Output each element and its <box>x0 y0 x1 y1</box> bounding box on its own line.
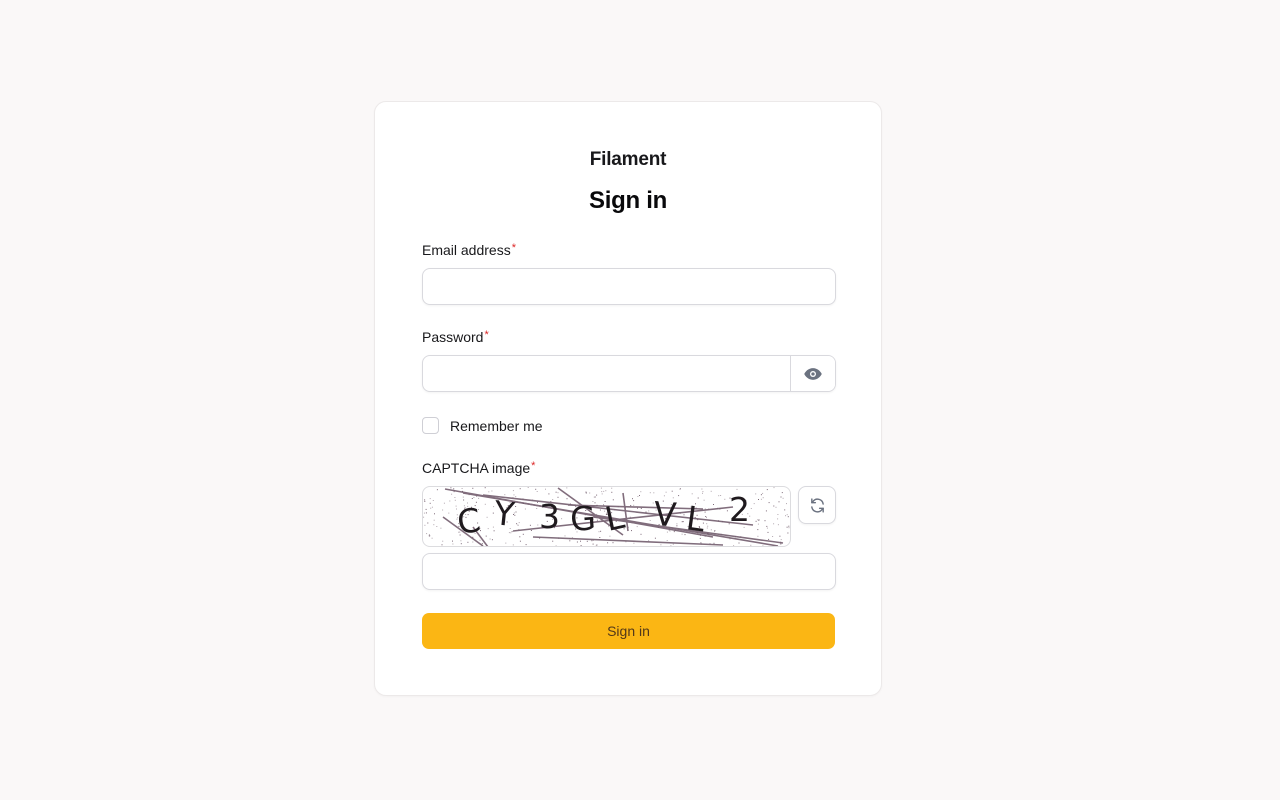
email-label-text: Email address <box>422 242 511 258</box>
captcha-label: CAPTCHA image* <box>422 460 535 476</box>
sign-in-button[interactable]: Sign in <box>422 613 835 649</box>
captcha-char: V <box>652 494 678 535</box>
captcha-char: C <box>455 500 483 542</box>
email-input[interactable] <box>422 268 836 305</box>
password-field <box>422 355 836 392</box>
captcha-image: CY3GLVL2 <box>422 486 791 547</box>
remember-me-row: Remember me <box>422 417 543 434</box>
captcha-char: 2 <box>729 490 750 529</box>
captcha-input[interactable] <box>422 553 836 590</box>
email-label: Email address* <box>422 242 516 258</box>
remember-me-checkbox[interactable] <box>422 417 439 434</box>
password-label-text: Password <box>422 329 484 345</box>
page-title: Sign in <box>589 187 667 214</box>
required-mark: * <box>484 329 489 341</box>
login-card: Filament Sign in Email address* Password… <box>374 101 882 696</box>
captcha-char: Y <box>491 493 517 534</box>
show-password-button[interactable] <box>790 356 835 391</box>
required-mark: * <box>511 242 516 254</box>
brand-logo: Filament <box>589 149 667 170</box>
required-mark: * <box>531 460 536 472</box>
eye-icon <box>804 367 822 380</box>
password-input[interactable] <box>423 356 790 391</box>
captcha-label-text: CAPTCHA image <box>422 460 531 476</box>
captcha-char: 3 <box>539 497 560 536</box>
remember-me-label: Remember me <box>450 417 543 434</box>
refresh-icon <box>810 497 824 513</box>
refresh-captcha-button[interactable] <box>798 486 836 524</box>
password-label: Password* <box>422 329 489 345</box>
captcha-char: G <box>569 498 597 539</box>
captcha-graphic: CY3GLVL2 <box>423 487 790 546</box>
